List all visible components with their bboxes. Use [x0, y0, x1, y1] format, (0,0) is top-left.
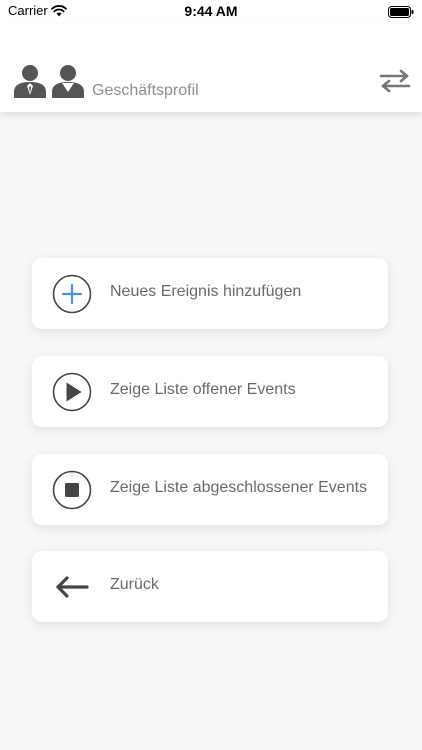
open-events-button[interactable]: Zeige Liste offener Events: [32, 356, 388, 427]
battery-icon: [388, 5, 414, 23]
plus-circle-icon: [52, 274, 92, 314]
open-events-label: Zeige Liste offener Events: [110, 381, 296, 398]
closed-events-button[interactable]: Zeige Liste abgeschlossener Events: [32, 454, 388, 525]
play-circle-icon: [52, 372, 92, 412]
add-event-button[interactable]: Neues Ereignis hinzufügen: [32, 258, 388, 329]
status-bar: Carrier 9:44 AM: [0, 0, 422, 24]
arrow-left-icon: [52, 567, 92, 607]
add-event-label: Neues Ereignis hinzufügen: [110, 283, 302, 300]
back-button[interactable]: Zurück: [32, 551, 388, 622]
clock: 9:44 AM: [184, 3, 238, 19]
stop-circle-icon: [52, 470, 92, 510]
back-label: Zurück: [110, 576, 159, 593]
swap-arrows-icon[interactable]: [378, 69, 412, 98]
business-profile-icon: [14, 64, 84, 103]
page-title: Geschäftsprofil: [92, 82, 199, 99]
closed-events-label: Zeige Liste abgeschlossener Events: [110, 479, 368, 496]
header-bar: Geschäftsprofil: [0, 24, 422, 112]
